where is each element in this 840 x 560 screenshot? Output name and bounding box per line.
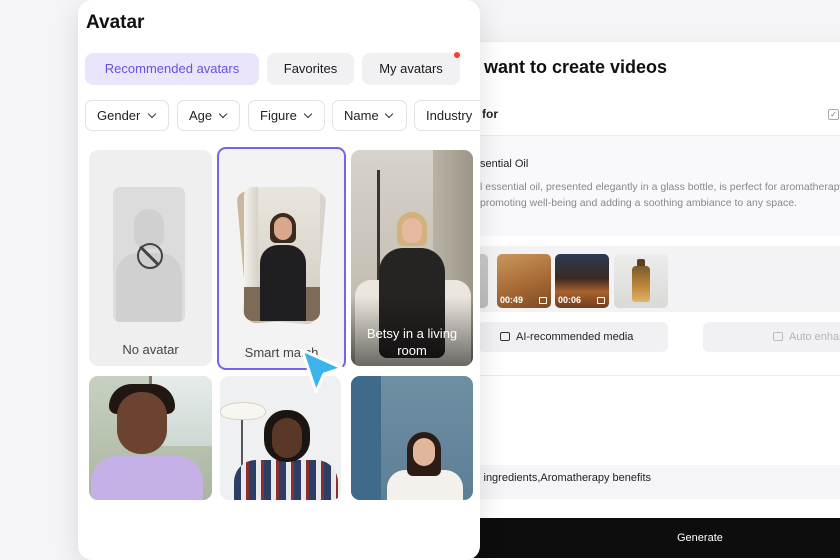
auto-enhance-label: Auto enhance [789, 331, 840, 343]
app-stage: u want to create videos for ✓ sential Oi… [0, 0, 840, 560]
panel-title: Avatar [86, 12, 145, 33]
filter-age[interactable]: Age [177, 100, 240, 131]
pointer-cursor-icon [300, 348, 344, 394]
avatar-face [413, 438, 435, 466]
filter-label: Gender [97, 108, 141, 123]
chevron-down-icon [147, 109, 157, 119]
avatar-card-betsy[interactable]: Betsy in a living room [351, 150, 473, 366]
notification-dot [454, 52, 460, 58]
avatar-face [402, 218, 422, 243]
avatar-photo-background [351, 376, 381, 500]
avatar-card[interactable] [89, 376, 212, 500]
video-duration: 00:06 [558, 295, 582, 305]
tab-my-avatars[interactable]: My avatars [362, 53, 460, 85]
image-icon [773, 332, 783, 341]
image-icon [500, 332, 510, 341]
avatar-card-smart-match[interactable]: Smart match [217, 147, 346, 370]
product-name: sential Oil [480, 158, 529, 170]
use-for-label: for [482, 107, 498, 121]
generate-button[interactable]: Generate [430, 518, 840, 558]
filter-gender[interactable]: Gender [85, 100, 169, 131]
media-type-icon [539, 297, 547, 304]
media-thumbnail[interactable] [614, 254, 668, 308]
use-for-checkbox[interactable]: ✓ [828, 109, 839, 120]
avatar-card[interactable] [351, 376, 473, 500]
filter-industry[interactable]: Industry [414, 100, 480, 131]
media-thumbnail[interactable]: 00:49 [497, 254, 551, 308]
filter-label: Industry [426, 108, 473, 123]
tab-recommended-avatars[interactable]: Recommended avatars [85, 53, 259, 85]
chevron-down-icon [218, 109, 228, 119]
avatar-card-label: No avatar [122, 342, 179, 357]
avatar-figure [91, 456, 203, 500]
auto-enhance-button[interactable]: Auto enhance [703, 322, 840, 352]
bottle-icon [632, 266, 650, 302]
media-thumbnail[interactable]: 00:06 [555, 254, 609, 308]
avatar-face [117, 392, 167, 454]
media-type-icon [597, 297, 605, 304]
avatar-face [272, 418, 302, 458]
avatar-card-no-avatar[interactable]: No avatar [89, 150, 212, 366]
filter-label: Age [189, 108, 213, 123]
avatar-thumbnail [244, 187, 320, 321]
avatar-figure [234, 460, 338, 500]
ai-recommended-media-button[interactable]: AI-recommended media [478, 322, 668, 352]
no-avatar-icon [137, 243, 163, 269]
keywords-text: l ingredients,Aromatherapy benefits [478, 472, 652, 484]
avatar-card-label: Betsy in a living room [366, 326, 458, 358]
generate-label: Generate [677, 532, 723, 544]
divider [430, 375, 840, 376]
video-creation-title: u want to create videos [468, 57, 668, 77]
video-creation-panel: u want to create videos for ✓ sential Oi… [430, 42, 840, 560]
filter-label: Name [344, 108, 379, 123]
avatar-panel: Avatar Recommended avatars Favorites My … [78, 0, 480, 560]
filter-label: Figure [260, 108, 297, 123]
tab-favorites[interactable]: Favorites [267, 53, 354, 85]
filter-name[interactable]: Name [332, 100, 407, 131]
lamp-shade [220, 402, 266, 420]
chevron-down-icon [303, 109, 313, 119]
ai-recommended-media-label: AI-recommended media [516, 331, 634, 343]
product-description: l essential oil, presented elegantly in … [480, 181, 840, 209]
filter-figure[interactable]: Figure [248, 100, 325, 131]
chevron-down-icon [384, 109, 394, 119]
video-duration: 00:49 [500, 295, 524, 305]
